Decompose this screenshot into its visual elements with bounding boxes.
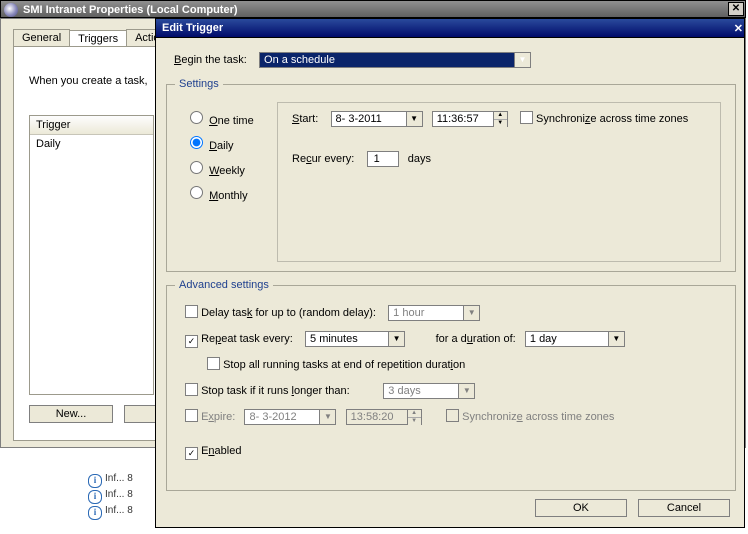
begin-task-dropdown[interactable]: On a schedule ▼ [259,52,531,68]
tab-triggers[interactable]: Triggers [69,30,127,47]
enabled-label: Enabled [201,445,241,457]
close-icon[interactable]: ✕ [734,20,743,38]
radio-onetime[interactable]: One time [185,108,254,133]
sync-timezones-checkbox[interactable] [520,111,533,124]
begin-task-label: Begin the task: [174,54,247,66]
settings-legend: Settings [175,78,223,90]
tab-general[interactable]: General [13,29,70,46]
duration-dropdown[interactable]: 1 day ▼ [525,331,625,347]
parent-title: SMI Intranet Properties (Local Computer) [23,4,238,16]
chevron-down-icon: ▼ [514,53,530,67]
delay-label: Delay task for up to (random delay): [201,307,376,319]
advanced-legend: Advanced settings [175,279,273,291]
stop-at-end-label: Stop all running tasks at end of repetit… [223,359,465,371]
radio-monthly[interactable]: Monthly [185,183,254,208]
stop-longer-dropdown: 3 days ▼ [383,383,475,399]
trigger-row-daily[interactable]: Daily [30,135,153,153]
repeat-interval-dropdown[interactable]: 5 minutes ▼ [305,331,405,347]
delay-dropdown: 1 hour ▼ [388,305,480,321]
stop-longer-checkbox[interactable] [185,383,198,396]
spinner-icon: ▲▼ [493,112,507,126]
expire-time-picker: 13:58:20 ▲▼ [346,409,422,425]
repeat-label: Repeat task every: [201,333,293,345]
start-time-picker[interactable]: 11:36:57 ▲▼ [432,111,508,127]
triggers-description: When you create a task, [29,75,148,87]
start-label: Start: [292,113,318,125]
enabled-checkbox[interactable]: ✓ [185,447,198,460]
sync-timezones-label: Synchronize across time zones [536,113,688,125]
parent-titlebar: SMI Intranet Properties (Local Computer)… [0,0,746,18]
stop-at-end-checkbox[interactable] [207,357,220,370]
expire-sync-checkbox [446,409,459,422]
schedule-radios: One time Daily Weekly Monthly [185,108,254,208]
stop-longer-label: Stop task if it runs longer than: [201,385,350,397]
settings-group: Settings One time Daily Weekly Monthly S… [166,78,736,272]
recur-days-input[interactable]: 1 [367,151,399,167]
ok-button[interactable]: OK [535,499,627,517]
new-trigger-button[interactable]: New... [29,405,113,423]
radio-daily[interactable]: Daily [185,133,254,158]
recur-unit: days [408,153,431,165]
chevron-down-icon: ▼ [406,112,422,126]
repeat-checkbox[interactable]: ✓ [185,335,198,348]
expire-label: Expire: [201,411,235,423]
radio-weekly[interactable]: Weekly [185,158,254,183]
advanced-settings-group: Advanced settings Delay task for up to (… [166,279,736,491]
edit-trigger-dialog: Edit Trigger ✕ Begin the task: On a sche… [155,18,745,528]
recur-label: Recur every: [292,153,354,165]
expire-checkbox[interactable] [185,409,198,422]
close-icon[interactable]: ✕ [728,2,744,16]
chevron-down-icon: ▼ [463,306,479,320]
trigger-list[interactable]: Trigger Daily [29,115,154,395]
background-event-rows: iInf... 8 iInf... 8 iInf... 8 [88,472,133,520]
cancel-button[interactable]: Cancel [638,499,730,517]
info-icon: i [88,506,102,520]
expire-date-picker: 8- 3-2012 ▼ [244,409,336,425]
spinner-icon: ▲▼ [407,410,421,424]
chevron-down-icon: ▼ [319,410,335,424]
chevron-down-icon: ▼ [388,332,404,346]
delay-checkbox[interactable] [185,305,198,318]
edit-trigger-title: Edit Trigger [162,22,223,34]
chevron-down-icon: ▼ [458,384,474,398]
expire-sync-label: Synchronize across time zones [462,411,614,423]
trigger-column-header: Trigger [30,116,153,135]
schedule-inner-panel: Start: 8- 3-2011 ▼ 11:36:57 ▲▼ Synchroni… [277,102,721,262]
edit-trigger-titlebar: Edit Trigger ✕ [156,19,744,38]
duration-label: for a duration of: [436,333,516,345]
start-date-picker[interactable]: 8- 3-2011 ▼ [331,111,423,127]
info-icon: i [88,490,102,504]
chevron-down-icon: ▼ [608,332,624,346]
info-icon: i [88,474,102,488]
app-icon [4,3,18,17]
